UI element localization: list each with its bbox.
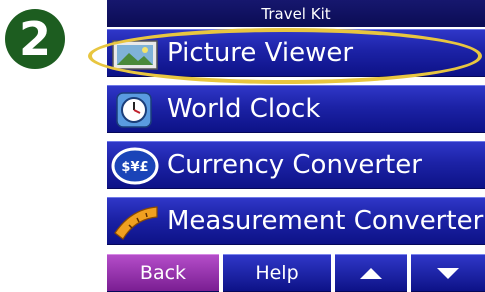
down-arrow-icon [437, 267, 459, 279]
currency-icon: $¥£ [111, 147, 159, 185]
menu-item-world-clock[interactable]: World Clock [107, 85, 485, 133]
up-arrow-icon [360, 267, 382, 279]
svg-text:$¥£: $¥£ [121, 160, 148, 175]
bottom-button-bar: Back Help [107, 254, 485, 292]
menu-item-currency-converter[interactable]: $¥£ Currency Converter [107, 141, 485, 189]
menu-item-label: World Clock [167, 94, 321, 124]
device-screen: Travel Kit Picture Viewer World Clock $¥… [107, 0, 485, 292]
help-button-label: Help [255, 262, 299, 284]
clock-icon [111, 91, 159, 129]
menu-item-measurement-converter[interactable]: Measurement Converter [107, 197, 485, 245]
scroll-down-button[interactable] [411, 254, 485, 292]
picture-icon [111, 35, 159, 73]
menu-item-label: Measurement Converter [167, 206, 484, 236]
step-number-badge: 2 [5, 9, 65, 69]
menu-item-label: Picture Viewer [167, 38, 354, 68]
scroll-up-button[interactable] [335, 254, 407, 292]
help-button[interactable]: Help [223, 254, 331, 292]
back-button[interactable]: Back [107, 254, 219, 292]
back-button-label: Back [139, 262, 187, 284]
menu-item-label: Currency Converter [167, 150, 422, 180]
window-title: Travel Kit [107, 0, 485, 27]
measuring-tape-icon [111, 203, 159, 241]
menu-item-picture-viewer[interactable]: Picture Viewer [107, 29, 485, 77]
